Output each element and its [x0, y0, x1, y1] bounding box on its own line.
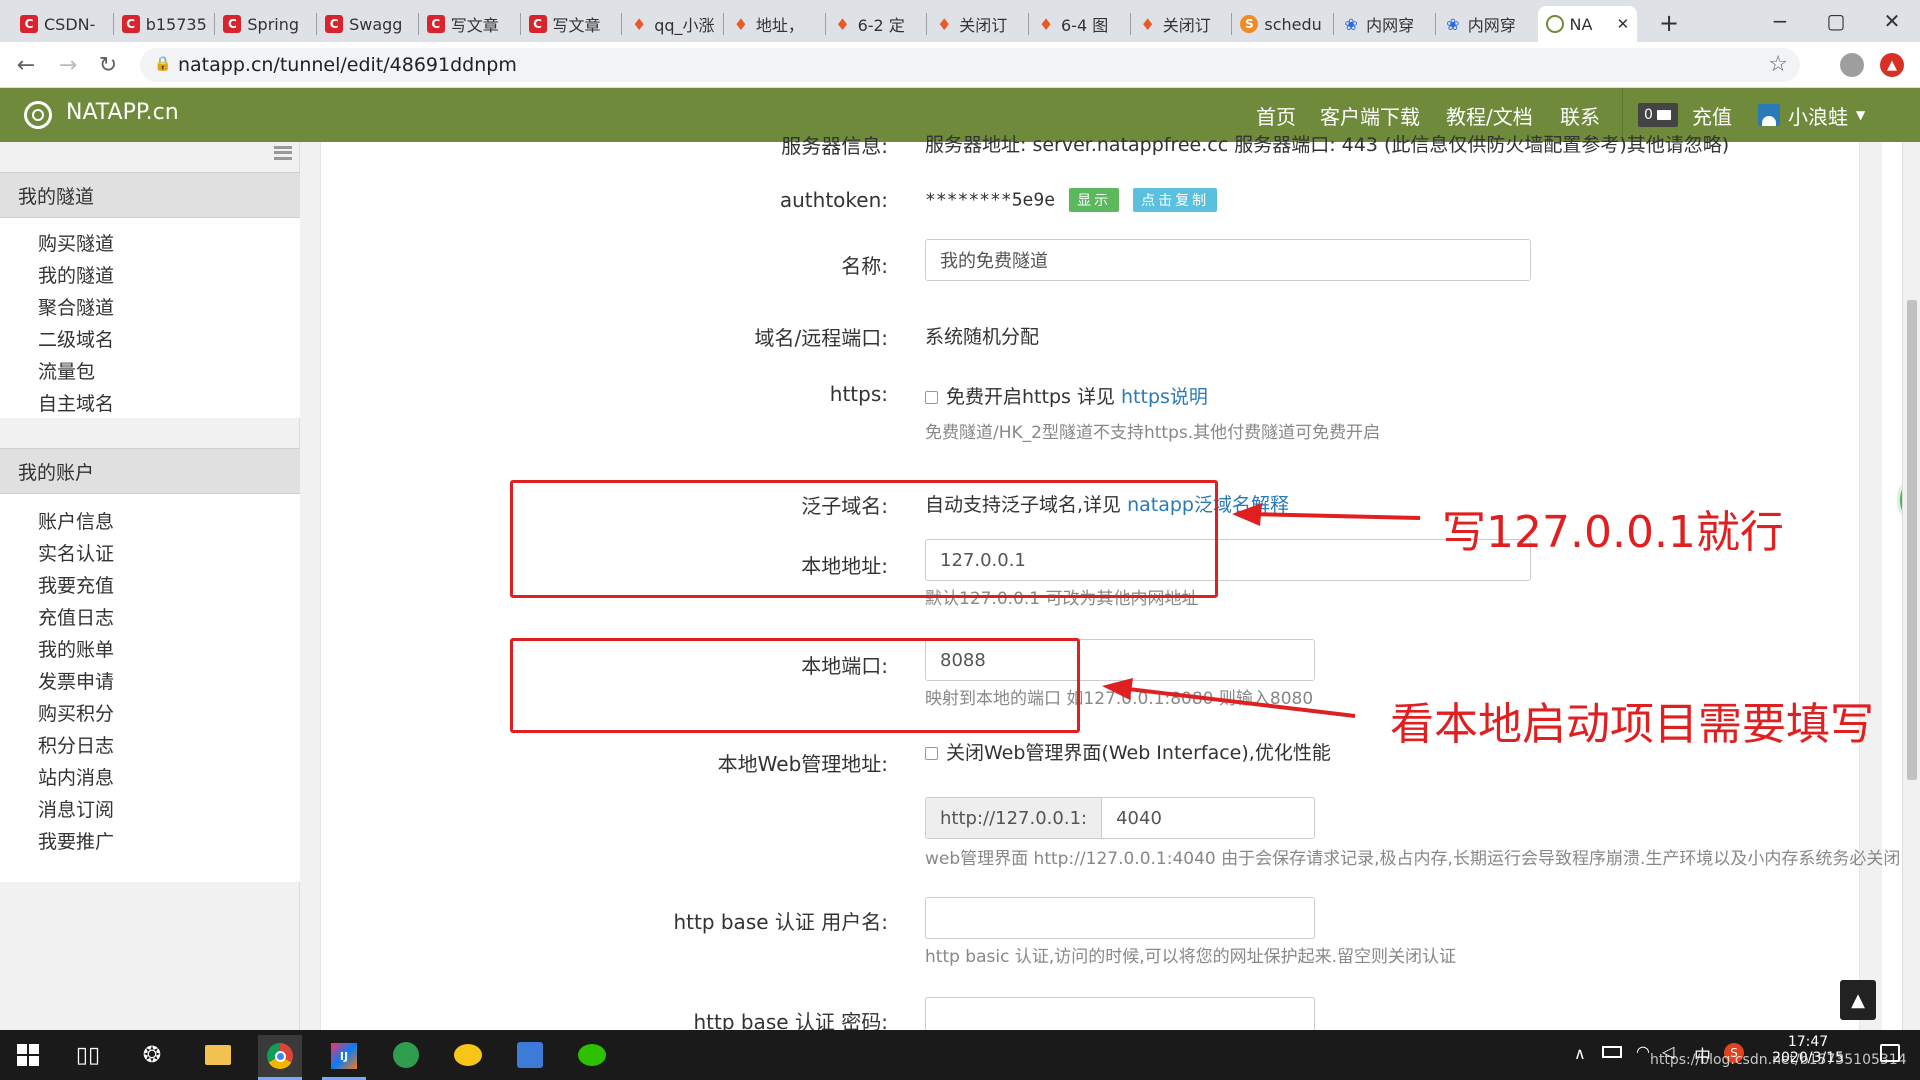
tray-chevron-icon[interactable]: ∧ [1574, 1044, 1586, 1063]
app-green-icon[interactable] [384, 1035, 428, 1075]
windows-start-icon[interactable] [6, 1035, 50, 1075]
task-view-icon[interactable]: ▯▯ [66, 1035, 110, 1075]
tray-battery-icon[interactable] [1602, 1046, 1622, 1058]
wechat-icon[interactable] [570, 1035, 614, 1075]
app-yellow-icon[interactable] [446, 1035, 490, 1075]
scrollbar-thumb[interactable] [1907, 300, 1917, 780]
page-scrollbar[interactable] [1902, 142, 1920, 1030]
tray-wifi-icon[interactable]: ◠ [1636, 1042, 1650, 1061]
app-pinwheel-icon[interactable]: ❂ [130, 1035, 174, 1075]
windows-taskbar: ▯▯ ❂ IJ ∧ ◠ ◁ 中 S 17:47 2020/3/15 https:… [0, 1030, 1920, 1080]
chrome-icon[interactable] [258, 1035, 302, 1080]
annotation-note-local-address: 写127.0.0.1就行 [1442, 507, 1784, 558]
annotation-note-local-port: 看本地启动项目需要填写 [1390, 699, 1874, 750]
file-explorer-icon[interactable] [196, 1035, 240, 1075]
watermark: https://blog.csdn.net/b15735105314 [1650, 1052, 1907, 1068]
clock-time: 17:47 [1787, 1034, 1829, 1050]
app-blue-icon[interactable] [508, 1035, 552, 1075]
intellij-icon[interactable]: IJ [322, 1035, 366, 1080]
